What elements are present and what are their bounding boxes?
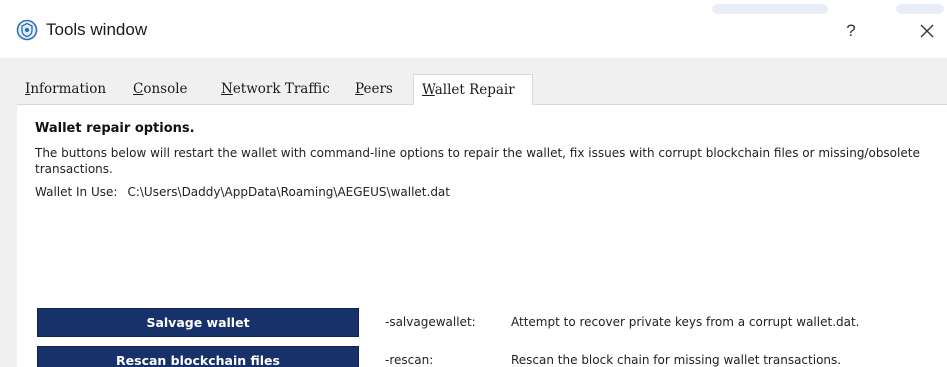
tab-label: onsole (143, 81, 188, 97)
client-area: Information Console Network Traffic Peer… (0, 58, 947, 367)
tab-mnemonic: C (133, 81, 144, 97)
tab-mnemonic: N (221, 81, 233, 97)
salvage-wallet-button[interactable]: Salvage wallet (37, 308, 359, 337)
tab-label: nformation (30, 81, 107, 97)
wallet-in-use: Wallet In Use: C:\Users\Daddy\AppData\Roa… (35, 185, 450, 199)
wallet-path: C:\Users\Daddy\AppData\Roaming\AEGEUS\wa… (127, 185, 450, 199)
background-blur (712, 4, 828, 14)
tab-label: etwork Traffic (232, 81, 330, 97)
tab-peers[interactable]: Peers (347, 74, 401, 105)
wallet-label: Wallet In Use: (35, 185, 118, 199)
tab-console[interactable]: Console (125, 74, 196, 105)
background-blur (896, 4, 944, 14)
salvage-description: Attempt to recover private keys from a c… (511, 315, 860, 329)
tab-bar: Information Console Network Traffic Peer… (17, 74, 947, 106)
tools-window: Tools window ? Information Console Netwo… (0, 0, 947, 367)
help-button[interactable]: ? (836, 16, 866, 46)
tab-wallet-repair[interactable]: Wallet Repair (413, 74, 533, 106)
tab-label: allet Repair (434, 82, 515, 98)
salvage-arg: -salvagewallet: (385, 315, 476, 329)
rescan-blockchain-button[interactable]: Rescan blockchain files (37, 346, 359, 367)
rescan-description: Rescan the block chain for missing walle… (511, 353, 842, 367)
tab-mnemonic: W (422, 82, 435, 98)
window-title: Tools window (46, 20, 148, 39)
section-heading: Wallet repair options. (35, 121, 195, 136)
title-bar: Tools window ? (0, 0, 947, 58)
shield-logo-icon (16, 19, 38, 41)
wallet-repair-panel: Wallet repair options. The buttons below… (17, 105, 947, 367)
repair-description: The buttons below will restart the walle… (35, 146, 920, 176)
close-icon[interactable] (912, 16, 942, 46)
rescan-arg: -rescan: (385, 353, 434, 367)
tab-label: eers (363, 81, 393, 97)
tab-network-traffic[interactable]: Network Traffic (213, 74, 338, 105)
tab-information[interactable]: Information (17, 74, 114, 105)
